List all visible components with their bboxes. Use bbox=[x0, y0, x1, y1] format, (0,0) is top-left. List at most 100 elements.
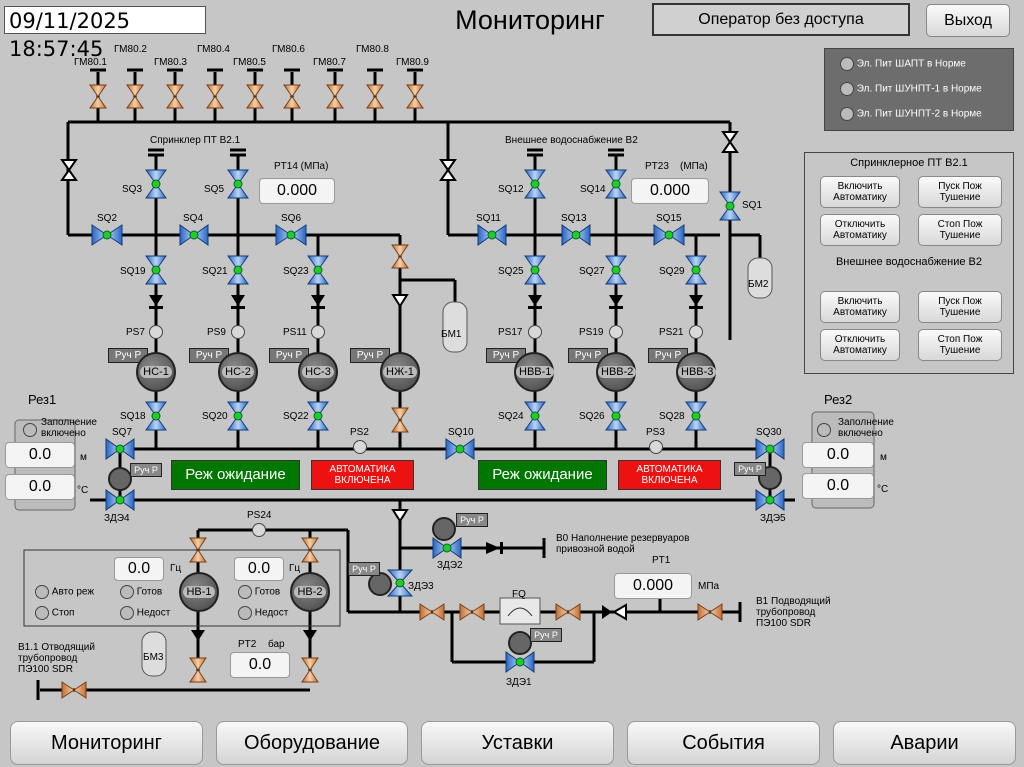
nv1-frequency: 0.0 bbox=[114, 557, 164, 581]
status-led-icon bbox=[35, 585, 49, 599]
valve-label: SQ20 bbox=[202, 411, 228, 422]
status-led-icon bbox=[840, 107, 854, 121]
status-led-icon bbox=[238, 606, 252, 620]
external-start-fire-button[interactable]: Пуск Пож Тушение bbox=[918, 291, 1002, 323]
exit-button[interactable]: Выход bbox=[926, 4, 1010, 37]
valve-label: SQ18 bbox=[120, 411, 146, 422]
stop-label: Стоп bbox=[51, 607, 75, 619]
zde5-label: ЗДЭ5 bbox=[760, 513, 786, 524]
standby-mode-right: Реж ожидание bbox=[478, 460, 607, 490]
pt23-unit: (МПа) bbox=[680, 161, 708, 172]
external-stop-fire-button[interactable]: Стоп Пож Тушение bbox=[918, 329, 1002, 361]
pressure-switch-label: PS17 bbox=[498, 327, 523, 338]
valve-label: SQ19 bbox=[120, 266, 146, 277]
pump-ns1[interactable]: НС-1 bbox=[136, 352, 176, 392]
valve-label: SQ7 bbox=[112, 427, 133, 438]
valve-label: SQ6 bbox=[281, 213, 302, 224]
sprinkler-pt-label: Спринклер ПТ В2.1 bbox=[150, 135, 241, 146]
auto-mode-label: Авто реж bbox=[51, 586, 95, 598]
sprinkler-section-title: Спринклерное ПТ В2.1 bbox=[850, 157, 968, 169]
actuator-zde2-icon[interactable] bbox=[432, 517, 456, 541]
manual-mode-badge[interactable]: Руч Р bbox=[734, 462, 766, 476]
nv2-unavailable-indicator: Недост bbox=[238, 606, 288, 620]
pump-label: НВ-1 bbox=[183, 586, 215, 598]
automation-on-right: АВТОМАТИКА ВКЛЮЧЕНА bbox=[618, 460, 721, 490]
pressure-switch-label: PS19 bbox=[579, 327, 604, 338]
b11-label: В1.1 Отводящий трубопровод ПЭ100 SDR bbox=[18, 642, 95, 675]
valve-label: SQ26 bbox=[579, 411, 605, 422]
pump-ns2[interactable]: НС-2 bbox=[218, 352, 258, 392]
pump-ns3[interactable]: НС-3 bbox=[298, 352, 338, 392]
external-enable-auto-button[interactable]: Включить Автоматику bbox=[820, 291, 900, 323]
gm-label: ГМ80.5 bbox=[233, 57, 266, 68]
actuator-zde1-icon[interactable] bbox=[508, 631, 532, 655]
auto-mode-indicator: Авто реж bbox=[35, 585, 94, 599]
power-status-label: Эл. Пит ШУНПТ-1 в Норме bbox=[856, 83, 982, 95]
gm-label: ГМ80.9 bbox=[396, 57, 429, 68]
reservoir2-label: Рез2 bbox=[824, 392, 853, 407]
unit-label: м bbox=[880, 452, 887, 463]
pressure-switch-icon bbox=[252, 523, 266, 537]
pump-nvv3[interactable]: НВВ-3 bbox=[676, 352, 717, 392]
filling-led-icon bbox=[817, 421, 831, 439]
operator-status: Оператор без доступа bbox=[652, 3, 910, 36]
external-disable-auto-button[interactable]: Отключить Автоматику bbox=[820, 329, 900, 361]
pump-label: НС-3 bbox=[302, 366, 334, 378]
b0-label: В0 Наполнение резервуаров привозной водо… bbox=[556, 533, 690, 555]
valve-label: SQ30 bbox=[756, 427, 782, 438]
sprinkler-enable-auto-button[interactable]: Включить Автоматику bbox=[820, 176, 900, 208]
manual-mode-badge[interactable]: Руч Р bbox=[130, 463, 162, 477]
nav-setpoints-button[interactable]: Уставки bbox=[421, 721, 614, 765]
valve-label: SQ29 bbox=[659, 266, 685, 277]
pump-nv1[interactable]: НВ-1 bbox=[179, 572, 219, 612]
actuator-zde4-icon[interactable] bbox=[108, 467, 132, 491]
stop-indicator: Стоп bbox=[35, 606, 74, 620]
pressure-switch-label: PS21 bbox=[659, 327, 684, 338]
valve-label: SQ22 bbox=[283, 411, 309, 422]
valve-label: SQ4 bbox=[183, 213, 204, 224]
pump-nv2[interactable]: НВ-2 bbox=[290, 572, 330, 612]
unit-label: °С bbox=[77, 485, 89, 496]
reservoir1-level: 0.0 bbox=[5, 442, 75, 468]
gm-label: ГМ80.4 bbox=[197, 44, 230, 55]
pressure-switch-icon bbox=[149, 325, 163, 339]
pump-label: НС-1 bbox=[140, 366, 172, 378]
gm-label: ГМ80.7 bbox=[313, 57, 346, 68]
valve-label: SQ27 bbox=[579, 266, 605, 277]
pt23-value: 0.000 bbox=[631, 178, 709, 204]
pressure-switch-icon bbox=[353, 440, 367, 454]
manual-mode-badge[interactable]: Руч Р bbox=[530, 628, 562, 642]
gm-label: ГМ80.2 bbox=[114, 44, 147, 55]
ps2-label: PS2 bbox=[350, 427, 369, 438]
sprinkler-disable-auto-button[interactable]: Отключить Автоматику bbox=[820, 214, 900, 246]
pressure-switch-icon bbox=[689, 325, 703, 339]
nav-events-button[interactable]: События bbox=[627, 721, 820, 765]
external-supply-label: Внешнее водоснабжение В2 bbox=[505, 135, 638, 146]
pump-nvv2[interactable]: НВВ-2 bbox=[596, 352, 637, 392]
sprinkler-stop-fire-button[interactable]: Стоп Пож Тушение bbox=[918, 214, 1002, 246]
power-status-label: Эл. Пит ШАПТ в Норме bbox=[856, 58, 966, 70]
fq-label: FQ bbox=[512, 589, 526, 600]
valve-label: SQ1 bbox=[742, 200, 763, 211]
reservoir1-filling-status: Заполнение включено bbox=[41, 417, 97, 439]
unavailable-label: Недост bbox=[254, 607, 289, 619]
power-status-item: Эл. Пит ШУНПТ-2 в Норме bbox=[840, 107, 982, 121]
nav-alarms-button[interactable]: Аварии bbox=[833, 721, 1016, 765]
nv1-unavailable-indicator: Недост bbox=[120, 606, 170, 620]
nav-monitoring-button[interactable]: Мониторинг bbox=[10, 721, 203, 765]
power-status-label: Эл. Пит ШУНПТ-2 в Норме bbox=[856, 108, 982, 120]
page-title: Мониторинг bbox=[455, 5, 605, 35]
pt14-label: PT14 (МПа) bbox=[274, 161, 329, 172]
pump-nzh1[interactable]: НЖ-1 bbox=[380, 352, 420, 392]
pt1-label: PT1 bbox=[652, 555, 671, 566]
manual-mode-badge[interactable]: Руч Р bbox=[456, 513, 488, 527]
reservoir2-temperature: 0.0 bbox=[802, 473, 874, 499]
bm3-label: БМ3 bbox=[143, 652, 164, 663]
sprinkler-start-fire-button[interactable]: Пуск Пож Тушение bbox=[918, 176, 1002, 208]
pump-label: НЖ-1 bbox=[383, 366, 417, 378]
valve-label: SQ23 bbox=[283, 266, 309, 277]
pump-nvv1[interactable]: НВВ-1 bbox=[514, 352, 555, 392]
manual-mode-badge[interactable]: Руч Р bbox=[348, 562, 380, 576]
b1-label: В1 Подводящий трубопровод ПЭ100 SDR bbox=[756, 596, 831, 629]
nav-equipment-button[interactable]: Оборудование bbox=[216, 721, 408, 765]
